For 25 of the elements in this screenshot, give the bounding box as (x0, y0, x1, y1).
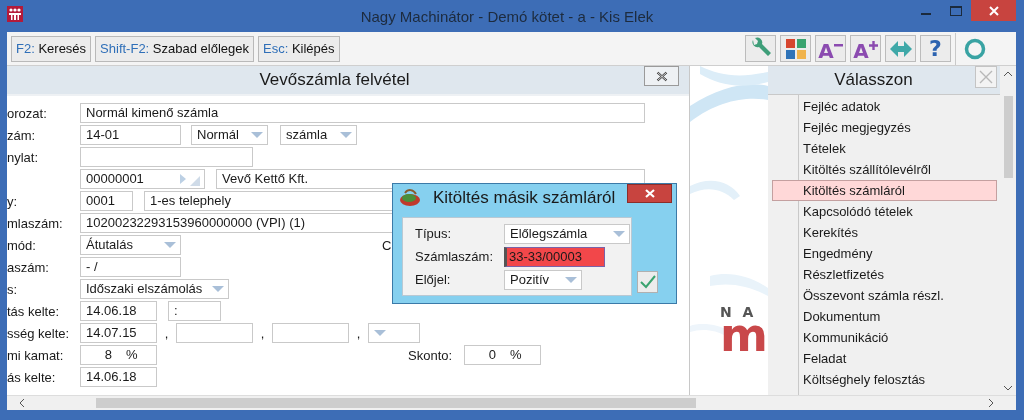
field-label: nylat: (7, 149, 39, 165)
window-title: Nagy Machinátor - Demó kötet - a - Kis Elek (359, 7, 655, 25)
field-label: y: (7, 193, 18, 209)
separator-comma: , (355, 325, 362, 341)
panel-title: Válasszon (833, 70, 914, 90)
field-label: Előjel: (415, 272, 452, 287)
field-label: mód: (7, 237, 36, 253)
field-label: mlaszám: (7, 215, 63, 231)
dialog-title: Kitöltés másik számláról (432, 188, 617, 208)
field-label: C (382, 237, 392, 253)
field-label: Számlaszám: (415, 249, 495, 264)
field-label: zám: (7, 127, 36, 143)
field-label: sség kelte: (7, 325, 70, 341)
field-label: Skonto: (408, 347, 454, 363)
field-label: s: (7, 281, 18, 297)
field-label: ás kelte: (7, 369, 56, 385)
logo-mark: m (720, 320, 768, 350)
field-label: mi kamat: (7, 347, 64, 363)
field-label: orozat: (7, 105, 47, 121)
panel-title: Vevőszámla felvétel (258, 70, 411, 90)
logo-text: N A (720, 304, 758, 320)
separator-comma: , (163, 325, 170, 341)
separator-comma: , (259, 325, 266, 341)
field-label: tás kelte: (7, 303, 60, 319)
field-label: aszám: (7, 259, 49, 275)
